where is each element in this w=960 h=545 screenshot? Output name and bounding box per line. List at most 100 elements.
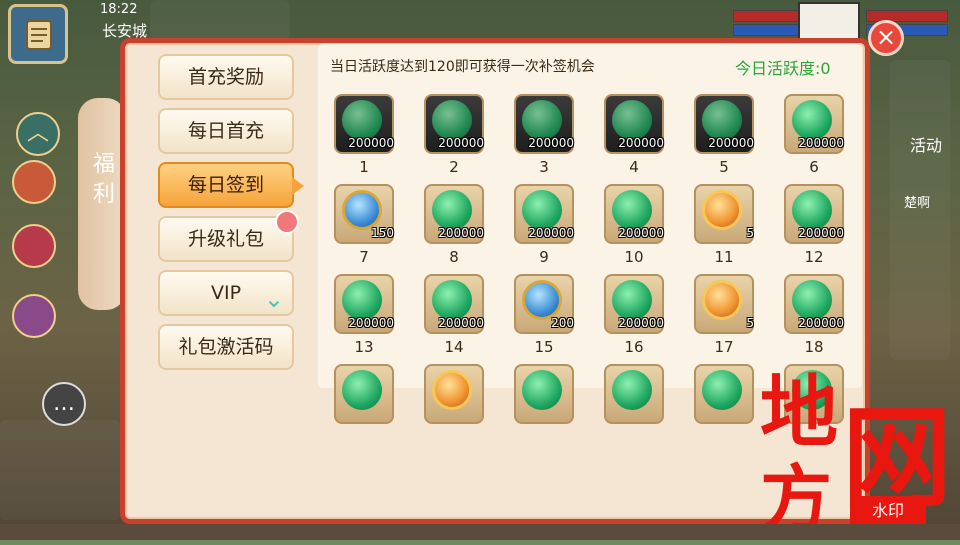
chat-icon: … <box>53 391 75 416</box>
reward-quantity: 200000 <box>438 316 484 330</box>
reward-quantity: 200000 <box>438 226 484 240</box>
bag-icon <box>12 224 56 268</box>
reward-quantity: 200000 <box>618 136 664 150</box>
reward-cell[interactable] <box>418 362 508 452</box>
sidebar-icon-lantern[interactable] <box>12 160 56 204</box>
reward-day: 17 <box>714 338 734 356</box>
reward-day: 14 <box>444 338 464 356</box>
reward-quantity: 200000 <box>528 226 574 240</box>
reward-day: 10 <box>624 248 644 266</box>
lantern-icon <box>12 160 56 204</box>
reward-cell[interactable]: 150 7 <box>328 182 418 272</box>
reward-cell[interactable]: 5 17 <box>688 272 778 362</box>
jade-cloud-icon <box>342 100 382 140</box>
reward-day: 2 <box>449 158 459 176</box>
menu-tab-label: 首充奖励 <box>187 66 264 88</box>
reward-cell[interactable]: 200000 10 <box>598 182 688 272</box>
reward-cell[interactable] <box>598 362 688 452</box>
reward-cell[interactable]: 200000 13 <box>328 272 418 362</box>
reward-quantity: 5 <box>746 316 754 330</box>
close-button[interactable]: × <box>868 20 904 56</box>
reward-day: 3 <box>539 158 549 176</box>
notification-dot <box>275 210 299 234</box>
jade-cloud-icon <box>792 100 832 140</box>
sidebar-icon-shop[interactable] <box>12 294 56 338</box>
menu-tab-label: 每日签到 <box>187 174 264 196</box>
reward-cell[interactable]: 5 11 <box>688 182 778 272</box>
reward-cell[interactable] <box>328 362 418 452</box>
reward-cell[interactable]: 200 15 <box>508 272 598 362</box>
sapphire-orb-icon <box>342 190 382 230</box>
reward-cell[interactable]: 200000 14 <box>418 272 508 362</box>
shop-icon <box>12 294 56 338</box>
reward-cell[interactable]: 200000 18 <box>778 272 868 362</box>
reward-quantity: 5 <box>746 226 754 240</box>
reward-quantity: 200000 <box>348 316 394 330</box>
reward-day: 4 <box>629 158 639 176</box>
reward-cell[interactable]: 200000 9 <box>508 182 598 272</box>
world-map-button[interactable] <box>8 4 68 64</box>
menu-tab-label: 礼包激活码 <box>178 336 274 358</box>
menu-tab[interactable]: 升级礼包 <box>158 216 294 262</box>
jade-cloud-icon <box>342 280 382 320</box>
reward-cell[interactable]: 200000 1 <box>328 92 418 182</box>
notice-text: 当日活跃度达到120即可获得一次补签机会 <box>330 59 595 75</box>
sidebar-icon-bag[interactable] <box>12 224 56 268</box>
reward-cell[interactable] <box>508 362 598 452</box>
menu-tab-label: 升级礼包 <box>187 228 264 250</box>
reward-day: 1 <box>359 158 369 176</box>
reward-cell[interactable]: 200000 16 <box>598 272 688 362</box>
chevron-up-icon: ︿ <box>16 112 60 156</box>
gold-coin-icon <box>702 190 742 230</box>
reward-quantity: 200000 <box>798 136 844 150</box>
reward-day: 13 <box>354 338 374 356</box>
jade-cloud-icon <box>792 190 832 230</box>
chevron-down-icon: ⌄ <box>263 285 284 313</box>
reward-day: 6 <box>809 158 819 176</box>
reward-cell[interactable]: 200000 5 <box>688 92 778 182</box>
jade-cloud-icon <box>432 100 472 140</box>
reward-cell[interactable]: 200000 3 <box>508 92 598 182</box>
menu-tab[interactable]: 每日首充 <box>158 108 294 154</box>
menu-tab[interactable]: 礼包激活码 <box>158 324 294 370</box>
reward-quantity: 200000 <box>618 226 664 240</box>
reward-day: 8 <box>449 248 459 266</box>
reward-cell[interactable]: 200000 12 <box>778 182 868 272</box>
menu-tab[interactable]: 首充奖励 <box>158 54 294 100</box>
gold-coin-icon <box>702 280 742 320</box>
reward-quantity: 200 <box>551 316 574 330</box>
jade-cloud-icon <box>792 280 832 320</box>
reward-cell[interactable]: 200000 4 <box>598 92 688 182</box>
sapphire-orb-icon <box>522 280 562 320</box>
active-tab-arrow <box>292 177 304 195</box>
character-portrait[interactable] <box>798 2 860 42</box>
activity-button[interactable]: 活动 <box>910 132 942 156</box>
reward-cell[interactable]: 200000 6 <box>778 92 868 182</box>
reward-day: 16 <box>624 338 644 356</box>
jade-cloud-icon <box>522 100 562 140</box>
reward-day: 9 <box>539 248 549 266</box>
reward-quantity: 150 <box>371 226 394 240</box>
reward-quantity: 200000 <box>618 316 664 330</box>
reward-day: 11 <box>714 248 734 266</box>
reward-day: 5 <box>719 158 729 176</box>
jade-cloud-icon <box>702 370 742 410</box>
active-score: 今日活跃度:0 <box>735 59 831 78</box>
menu-tab-label: VIP <box>210 282 242 304</box>
collapse-menu-button[interactable]: ︿ <box>16 112 60 156</box>
reward-quantity: 200000 <box>798 316 844 330</box>
jade-cloud-icon <box>522 370 562 410</box>
reward-quantity: 200000 <box>708 136 754 150</box>
reward-quantity: 200000 <box>528 136 574 150</box>
bottom-status-bar <box>0 524 960 540</box>
gold-coin-icon <box>432 370 472 410</box>
chat-bubble-button[interactable]: … <box>42 382 86 426</box>
menu-tab[interactable]: 每日签到 <box>158 162 304 208</box>
reward-cell[interactable]: 200000 8 <box>418 182 508 272</box>
jade-cloud-icon <box>522 190 562 230</box>
reward-day: 15 <box>534 338 554 356</box>
menu-tab-label: 每日首充 <box>187 120 264 142</box>
menu-tab[interactable]: VIP ⌄ <box>158 270 294 316</box>
jade-cloud-icon <box>612 190 652 230</box>
reward-cell[interactable]: 200000 2 <box>418 92 508 182</box>
